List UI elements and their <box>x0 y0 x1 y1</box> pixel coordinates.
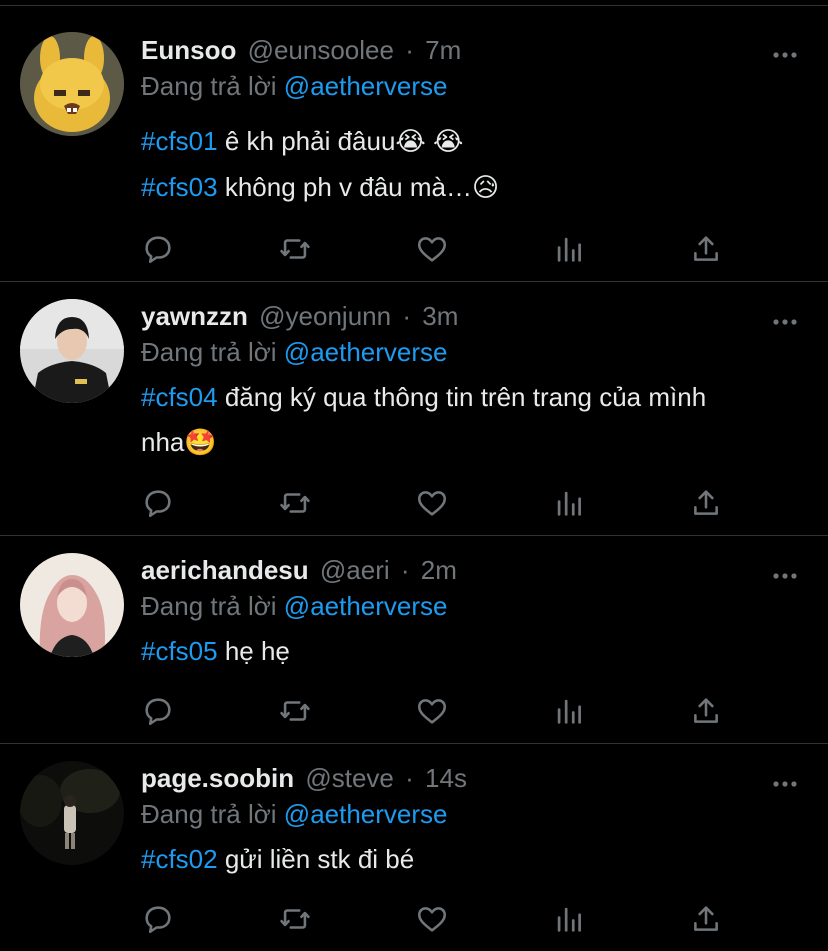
avatar[interactable] <box>20 761 124 865</box>
replying-to-label: Đang trả lời <box>141 337 277 367</box>
separator: · <box>405 763 414 793</box>
replying-to-mention[interactable]: @aetherverse <box>284 591 448 621</box>
timestamp[interactable]: 7m <box>425 35 461 65</box>
avatar[interactable] <box>20 299 124 403</box>
tweet[interactable]: page.soobin @steve · 14s Đang trả lời @a… <box>0 744 828 951</box>
tweet-text: nha🤩 <box>141 427 217 457</box>
tweet[interactable]: yawnzzn @yeonjunn · 3m Đang trả lời @aet… <box>0 282 828 535</box>
share-icon[interactable] <box>689 232 723 266</box>
tweet-header: page.soobin @steve · 14s <box>141 761 467 795</box>
separator: · <box>405 35 414 65</box>
tweet-text: gửi liền stk đi bé <box>217 844 415 874</box>
analytics-icon[interactable] <box>552 694 586 728</box>
action-bar <box>141 232 741 266</box>
hashtag[interactable]: #cfs03 <box>141 172 218 202</box>
like-icon[interactable] <box>415 232 449 266</box>
tweet-text: ê kh phải đâuu😭 😭 <box>217 126 464 156</box>
retweet-icon[interactable] <box>278 694 312 728</box>
avatar[interactable] <box>20 32 124 136</box>
action-bar <box>141 902 741 936</box>
replying-to: Đang trả lời @aetherverse <box>141 797 448 831</box>
replying-to-mention[interactable]: @aetherverse <box>284 337 448 367</box>
display-name[interactable]: Eunsoo <box>141 35 236 65</box>
hashtag[interactable]: #cfs01 <box>141 126 218 156</box>
tweet-text: hẹ hẹ <box>217 636 290 666</box>
hashtag[interactable]: #cfs05 <box>141 636 218 666</box>
replying-to-label: Đang trả lời <box>141 799 277 829</box>
display-name[interactable]: aerichandesu <box>141 555 309 585</box>
username[interactable]: @steve <box>305 763 394 793</box>
display-name[interactable]: page.soobin <box>141 763 294 793</box>
retweet-icon[interactable] <box>278 486 312 520</box>
retweet-icon[interactable] <box>278 232 312 266</box>
tweet-text: đăng ký qua thông tin trên trang của mìn… <box>217 382 707 412</box>
avatar-image <box>20 32 124 136</box>
reply-icon[interactable] <box>141 232 175 266</box>
avatar[interactable] <box>20 553 124 657</box>
more-icon[interactable] <box>772 46 798 58</box>
tweet-header: yawnzzn @yeonjunn · 3m <box>141 299 458 333</box>
display-name[interactable]: yawnzzn <box>141 301 248 331</box>
tweet-header: Eunsoo @eunsoolee · 7m <box>141 33 461 67</box>
replying-to-mention[interactable]: @aetherverse <box>284 71 448 101</box>
tweet-text-line: #cfs04 đăng ký qua thông tin trên trang … <box>141 379 706 415</box>
replying-to-mention[interactable]: @aetherverse <box>284 799 448 829</box>
username[interactable]: @eunsoolee <box>248 35 394 65</box>
tweet-text-line: nha🤩 <box>141 424 217 460</box>
replying-to: Đang trả lời @aetherverse <box>141 335 448 369</box>
timestamp[interactable]: 14s <box>425 763 467 793</box>
hashtag[interactable]: #cfs04 <box>141 382 218 412</box>
tweet[interactable]: aerichandesu @aeri · 2m Đang trả lời @ae… <box>0 536 828 743</box>
more-icon[interactable] <box>772 567 798 579</box>
like-icon[interactable] <box>415 694 449 728</box>
action-bar <box>141 694 741 728</box>
avatar-image <box>20 761 124 865</box>
tweet-header: aerichandesu @aeri · 2m <box>141 553 457 587</box>
username[interactable]: @aeri <box>320 555 390 585</box>
replying-to-label: Đang trả lời <box>141 71 277 101</box>
more-icon[interactable] <box>772 775 798 787</box>
like-icon[interactable] <box>415 486 449 520</box>
tweet[interactable]: Eunsoo @eunsoolee · 7m Đang trả lời @aet… <box>0 0 828 281</box>
reply-icon[interactable] <box>141 486 175 520</box>
hashtag[interactable]: #cfs02 <box>141 844 218 874</box>
reply-icon[interactable] <box>141 902 175 936</box>
timestamp[interactable]: 2m <box>421 555 457 585</box>
separator: · <box>400 555 410 585</box>
retweet-icon[interactable] <box>278 902 312 936</box>
tweet-text-line: #cfs01 ê kh phải đâuu😭 😭 <box>141 123 463 159</box>
replying-to: Đang trả lời @aetherverse <box>141 69 448 103</box>
avatar-image <box>20 553 124 657</box>
analytics-icon[interactable] <box>552 232 586 266</box>
share-icon[interactable] <box>689 694 723 728</box>
username[interactable]: @yeonjunn <box>259 301 391 331</box>
replying-to-label: Đang trả lời <box>141 591 277 621</box>
tweet-text: không ph v đâu mà…😥 <box>217 172 500 202</box>
tweet-text-line: #cfs05 hẹ hẹ <box>141 633 290 669</box>
avatar-image <box>20 299 124 403</box>
tweet-text-line: #cfs03 không ph v đâu mà…😥 <box>141 169 499 205</box>
analytics-icon[interactable] <box>552 486 586 520</box>
separator: · <box>402 301 411 331</box>
replying-to: Đang trả lời @aetherverse <box>141 589 448 623</box>
share-icon[interactable] <box>689 902 723 936</box>
share-icon[interactable] <box>689 486 723 520</box>
more-icon[interactable] <box>772 313 798 325</box>
like-icon[interactable] <box>415 902 449 936</box>
action-bar <box>141 486 741 520</box>
timestamp[interactable]: 3m <box>422 301 458 331</box>
analytics-icon[interactable] <box>552 902 586 936</box>
tweet-text-line: #cfs02 gửi liền stk đi bé <box>141 841 414 877</box>
reply-icon[interactable] <box>141 694 175 728</box>
